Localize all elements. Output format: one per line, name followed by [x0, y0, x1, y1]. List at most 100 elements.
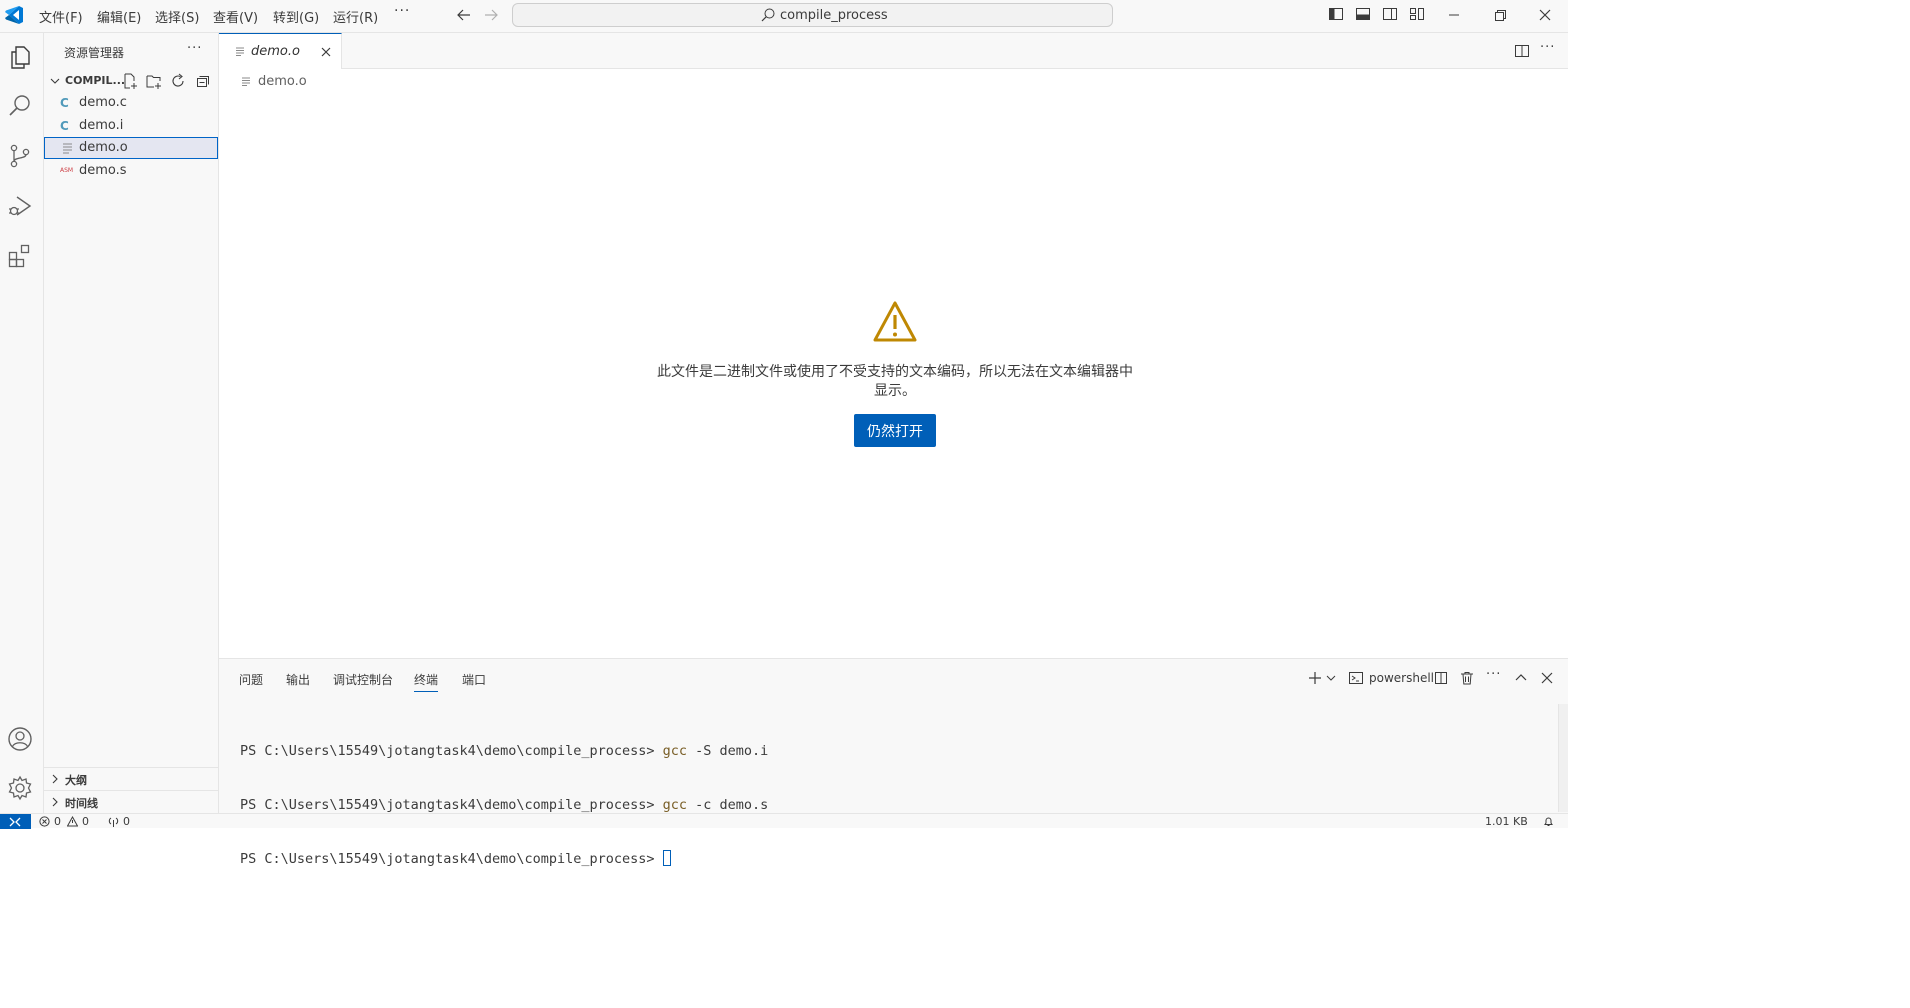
- terminal-output[interactable]: PS C:\Users\15549\jotangtask4\demo\compi…: [240, 706, 768, 904]
- file-item-demo-c[interactable]: C demo.c: [44, 92, 218, 114]
- tab-debug-console[interactable]: 调试控制台: [333, 671, 393, 688]
- notifications-bell-icon[interactable]: [1543, 816, 1554, 827]
- vscode-logo-icon: [5, 6, 23, 24]
- file-item-demo-s[interactable]: ASM demo.s: [44, 160, 218, 182]
- command-center-search[interactable]: compile_process: [512, 3, 1113, 27]
- warning-count[interactable]: 0: [82, 816, 89, 828]
- sidebar-title: 资源管理器: [64, 46, 125, 60]
- restore-button[interactable]: [1477, 0, 1523, 30]
- menu-go[interactable]: 转到(G): [273, 7, 319, 26]
- ports-antenna-icon[interactable]: [108, 816, 119, 827]
- breadcrumb-file[interactable]: demo.o: [258, 74, 307, 89]
- terminal-line: PS C:\Users\15549\jotangtask4\demo\compi…: [240, 796, 768, 814]
- c-file-icon: C: [60, 96, 69, 110]
- timeline-section[interactable]: 时间线: [44, 790, 218, 812]
- folder-header[interactable]: COMPIL...: [44, 70, 218, 92]
- menu-edit[interactable]: 编辑(E): [97, 7, 141, 26]
- refresh-icon[interactable]: [169, 72, 187, 90]
- error-icon[interactable]: [39, 816, 50, 827]
- text-file-icon: [63, 143, 72, 154]
- settings-gear-icon[interactable]: [6, 774, 34, 802]
- remote-indicator-button[interactable]: [0, 814, 31, 829]
- accounts-icon[interactable]: [6, 725, 34, 753]
- source-control-icon[interactable]: [6, 142, 34, 170]
- file-item-demo-i[interactable]: C demo.i: [44, 115, 218, 137]
- toggle-panel-icon[interactable]: [1355, 6, 1371, 22]
- tab-demo-o[interactable]: demo.o: [219, 33, 342, 69]
- terminal-prompt: PS C:\Users\15549\jotangtask4\demo\compi…: [240, 851, 663, 867]
- close-icon: [1539, 9, 1551, 21]
- close-window-button[interactable]: [1522, 0, 1568, 30]
- file-name: demo.c: [79, 95, 127, 110]
- file-name: demo.o: [79, 140, 128, 155]
- new-file-icon[interactable]: [121, 72, 139, 90]
- split-terminal-icon[interactable]: [1433, 670, 1449, 686]
- bottom-panel: 问题 输出 调试控制台 终端 端口 powershell ··· PS C:\U…: [219, 658, 1568, 867]
- terminal-command: gcc: [662, 743, 688, 759]
- search-icon: [761, 8, 775, 22]
- panel-more-actions-button[interactable]: ···: [1486, 667, 1501, 683]
- minimize-icon: [1449, 14, 1459, 16]
- split-editor-icon[interactable]: [1514, 43, 1530, 59]
- customize-layout-icon[interactable]: [1409, 6, 1425, 22]
- terminal-arg: demo.s: [719, 797, 769, 813]
- close-icon[interactable]: [319, 45, 333, 59]
- menu-view[interactable]: 查看(V): [213, 7, 258, 26]
- file-size[interactable]: 1.01 KB: [1485, 816, 1528, 828]
- kill-terminal-trash-icon[interactable]: [1459, 670, 1475, 686]
- forward-arrow-icon[interactable]: [482, 6, 500, 24]
- extensions-icon[interactable]: [6, 241, 34, 269]
- editor-more-actions-button[interactable]: ···: [1540, 40, 1555, 56]
- minimize-button[interactable]: [1431, 0, 1477, 30]
- maximize-panel-chevron-up-icon[interactable]: [1513, 670, 1529, 686]
- file-name: demo.i: [79, 118, 124, 133]
- toggle-primary-sidebar-icon[interactable]: [1328, 6, 1344, 22]
- back-arrow-icon[interactable]: [455, 6, 473, 24]
- file-name: demo.s: [79, 163, 127, 178]
- file-item-demo-o[interactable]: demo.o: [44, 137, 218, 159]
- explorer-icon[interactable]: [6, 43, 34, 71]
- search-icon[interactable]: [6, 92, 34, 120]
- chevron-down-icon[interactable]: [1325, 670, 1337, 686]
- activity-bar: [0, 33, 44, 813]
- run-debug-icon[interactable]: [6, 192, 34, 220]
- tab-output[interactable]: 输出: [286, 671, 310, 688]
- tab-problems[interactable]: 问题: [239, 671, 263, 688]
- title-bar: 文件(F) 编辑(E) 选择(S) 查看(V) 转到(G) 运行(R) ··· …: [0, 0, 1568, 33]
- menu-more-button[interactable]: ···: [394, 3, 410, 19]
- terminal-scrollbar[interactable]: [1558, 704, 1568, 812]
- new-folder-icon[interactable]: [145, 72, 163, 90]
- restore-icon: [1495, 10, 1506, 21]
- warning-icon: [873, 301, 917, 342]
- new-terminal-plus-icon[interactable]: [1307, 670, 1323, 686]
- chevron-right-icon: [52, 774, 58, 784]
- outline-section[interactable]: 大纲: [44, 767, 218, 789]
- explorer-sidebar: 资源管理器 ··· COMPIL... C demo.c C demo.i de…: [44, 33, 219, 813]
- menu-run[interactable]: 运行(R): [333, 7, 378, 26]
- menu-selection[interactable]: 选择(S): [155, 7, 199, 26]
- terminal-cursor[interactable]: [662, 850, 671, 866]
- close-panel-icon[interactable]: [1539, 670, 1555, 686]
- error-count[interactable]: 0: [54, 816, 61, 828]
- toggle-secondary-sidebar-icon[interactable]: [1382, 6, 1398, 22]
- terminal-prompt: PS C:\Users\15549\jotangtask4\demo\compi…: [240, 797, 663, 813]
- command-center-label: compile_process: [780, 8, 888, 23]
- tab-label: demo.o: [251, 44, 300, 59]
- open-anyway-button[interactable]: 仍然打开: [854, 414, 936, 447]
- menu-file[interactable]: 文件(F): [39, 7, 83, 26]
- terminal-shell-name: powershell: [1369, 671, 1434, 685]
- text-file-icon: [242, 77, 250, 86]
- terminal-flag: -S: [687, 743, 720, 759]
- c-file-icon: C: [60, 119, 69, 133]
- editor-area: 此文件是二进制文件或使用了不受支持的文本编码，所以无法在文本编辑器中显示。 仍然…: [219, 92, 1568, 658]
- tab-terminal[interactable]: 终端: [414, 671, 439, 692]
- chevron-down-icon: [50, 78, 60, 84]
- terminal-command: gcc: [662, 797, 688, 813]
- warning-icon[interactable]: [67, 816, 78, 827]
- asm-file-icon: ASM: [60, 167, 74, 174]
- terminal-line: PS C:\Users\15549\jotangtask4\demo\compi…: [240, 742, 768, 760]
- tab-ports[interactable]: 端口: [462, 671, 486, 688]
- collapse-all-icon[interactable]: [194, 72, 212, 90]
- ports-count[interactable]: 0: [123, 816, 130, 828]
- sidebar-more-button[interactable]: ···: [187, 41, 202, 56]
